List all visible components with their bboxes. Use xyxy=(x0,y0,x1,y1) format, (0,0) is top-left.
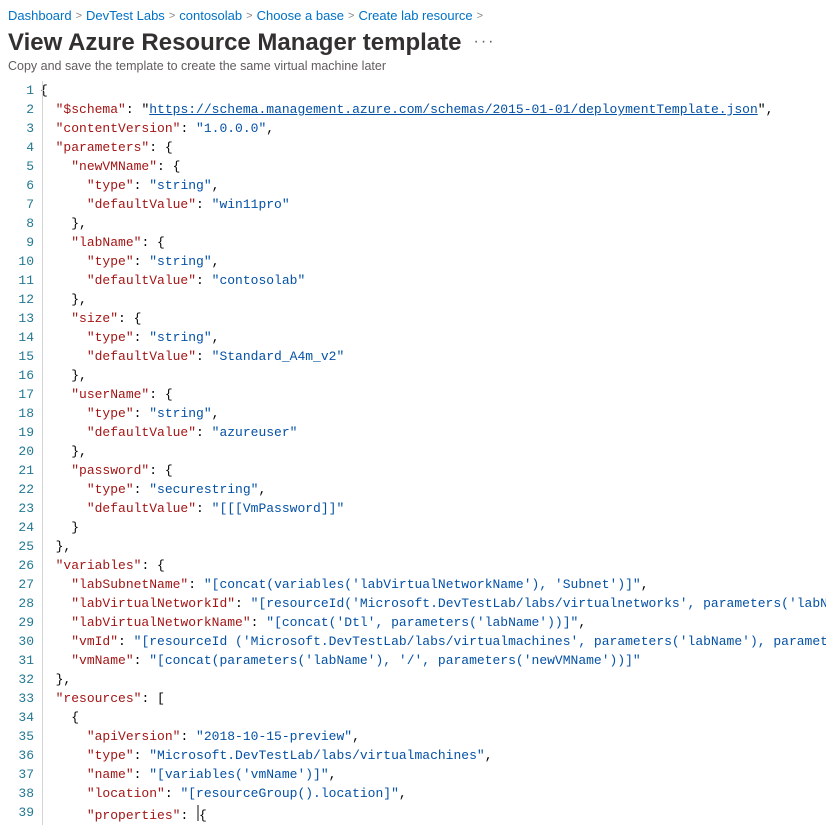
line-number: 20 xyxy=(4,442,34,461)
code-line[interactable]: "location": "[resourceGroup().location]"… xyxy=(40,784,826,803)
code-line[interactable]: "defaultValue": "azureuser" xyxy=(40,423,826,442)
chevron-right-icon: > xyxy=(169,10,175,22)
line-number: 39 xyxy=(4,803,34,822)
code-line[interactable]: }, xyxy=(40,366,826,385)
line-number: 36 xyxy=(4,746,34,765)
line-number: 8 xyxy=(4,214,34,233)
code-line[interactable]: "password": { xyxy=(40,461,826,480)
page-title: View Azure Resource Manager template xyxy=(8,29,462,57)
code-line[interactable]: "type": "Microsoft.DevTestLab/labs/virtu… xyxy=(40,746,826,765)
breadcrumb-link[interactable]: Dashboard xyxy=(8,8,72,23)
code-line[interactable]: "type": "string", xyxy=(40,404,826,423)
code-line[interactable]: "apiVersion": "2018-10-15-preview", xyxy=(40,727,826,746)
line-number: 17 xyxy=(4,385,34,404)
code-editor[interactable]: 1234567891011121314151617181920212223242… xyxy=(0,81,826,825)
code-line[interactable]: }, xyxy=(40,442,826,461)
line-number: 6 xyxy=(4,176,34,195)
code-line[interactable]: "parameters": { xyxy=(40,138,826,157)
line-number: 28 xyxy=(4,594,34,613)
code-line[interactable]: "vmName": "[concat(parameters('labName')… xyxy=(40,651,826,670)
line-number: 35 xyxy=(4,727,34,746)
code-line[interactable]: { xyxy=(40,81,826,100)
chevron-right-icon: > xyxy=(348,10,354,22)
line-number-gutter: 1234567891011121314151617181920212223242… xyxy=(0,81,36,825)
code-line[interactable]: "type": "string", xyxy=(40,176,826,195)
code-line[interactable]: "defaultValue": "Standard_A4m_v2" xyxy=(40,347,826,366)
code-line[interactable]: "vmId": "[resourceId ('Microsoft.DevTest… xyxy=(40,632,826,651)
breadcrumb-link[interactable]: contosolab xyxy=(179,8,242,23)
line-number: 5 xyxy=(4,157,34,176)
code-line[interactable]: "properties": { xyxy=(40,803,826,822)
line-number: 18 xyxy=(4,404,34,423)
line-number: 2 xyxy=(4,100,34,119)
code-line[interactable]: "labVirtualNetworkId": "[resourceId('Mic… xyxy=(40,594,826,613)
line-number: 37 xyxy=(4,765,34,784)
line-number: 10 xyxy=(4,252,34,271)
code-line[interactable]: }, xyxy=(40,670,826,689)
line-number: 30 xyxy=(4,632,34,651)
code-line[interactable]: "type": "string", xyxy=(40,328,826,347)
chevron-right-icon: > xyxy=(76,10,82,22)
code-content[interactable]: { "$schema": "https://schema.management.… xyxy=(36,81,826,825)
line-number: 24 xyxy=(4,518,34,537)
line-number: 33 xyxy=(4,689,34,708)
code-line[interactable]: "type": "securestring", xyxy=(40,480,826,499)
line-number: 15 xyxy=(4,347,34,366)
breadcrumb-link[interactable]: Create lab resource xyxy=(358,8,472,23)
line-number: 16 xyxy=(4,366,34,385)
chevron-right-icon: > xyxy=(477,10,483,22)
line-number: 27 xyxy=(4,575,34,594)
line-number: 9 xyxy=(4,233,34,252)
code-line[interactable]: "defaultValue": "contosolab" xyxy=(40,271,826,290)
line-number: 26 xyxy=(4,556,34,575)
line-number: 3 xyxy=(4,119,34,138)
code-line[interactable]: }, xyxy=(40,537,826,556)
line-number: 34 xyxy=(4,708,34,727)
code-line[interactable]: }, xyxy=(40,214,826,233)
chevron-right-icon: > xyxy=(246,10,252,22)
breadcrumb-link[interactable]: Choose a base xyxy=(257,8,344,23)
code-line[interactable]: "variables": { xyxy=(40,556,826,575)
line-number: 32 xyxy=(4,670,34,689)
code-line[interactable]: "resources": [ xyxy=(40,689,826,708)
line-number: 22 xyxy=(4,480,34,499)
line-number: 31 xyxy=(4,651,34,670)
line-number: 19 xyxy=(4,423,34,442)
code-line[interactable]: "userName": { xyxy=(40,385,826,404)
code-line[interactable]: "labName": { xyxy=(40,233,826,252)
line-number: 38 xyxy=(4,784,34,803)
code-line[interactable]: }, xyxy=(40,290,826,309)
line-number: 4 xyxy=(4,138,34,157)
code-line[interactable]: "type": "string", xyxy=(40,252,826,271)
code-line[interactable]: "name": "[variables('vmName')]", xyxy=(40,765,826,784)
page-subtitle: Copy and save the template to create the… xyxy=(0,57,826,81)
code-line[interactable]: "newVMName": { xyxy=(40,157,826,176)
line-number: 14 xyxy=(4,328,34,347)
code-line[interactable]: "size": { xyxy=(40,309,826,328)
breadcrumb: Dashboard > DevTest Labs > contosolab > Choose… xyxy=(0,0,826,27)
code-line[interactable]: } xyxy=(40,518,826,537)
line-number: 23 xyxy=(4,499,34,518)
breadcrumb-link[interactable]: DevTest Labs xyxy=(86,8,165,23)
code-line[interactable]: "defaultValue": "win11pro" xyxy=(40,195,826,214)
line-number: 29 xyxy=(4,613,34,632)
line-number: 1 xyxy=(4,81,34,100)
line-number: 25 xyxy=(4,537,34,556)
code-line[interactable]: "contentVersion": "1.0.0.0", xyxy=(40,119,826,138)
line-number: 13 xyxy=(4,309,34,328)
line-number: 21 xyxy=(4,461,34,480)
line-number: 12 xyxy=(4,290,34,309)
code-line[interactable]: "$schema": "https://schema.management.az… xyxy=(40,100,826,119)
line-number: 7 xyxy=(4,195,34,214)
line-number: 11 xyxy=(4,271,34,290)
code-line[interactable]: "labSubnetName": "[concat(variables('lab… xyxy=(40,575,826,594)
code-line[interactable]: { xyxy=(40,708,826,727)
more-icon[interactable]: ··· xyxy=(474,33,496,51)
code-line[interactable]: "defaultValue": "[[[VmPassword]]" xyxy=(40,499,826,518)
code-line[interactable]: "labVirtualNetworkName": "[concat('Dtl',… xyxy=(40,613,826,632)
